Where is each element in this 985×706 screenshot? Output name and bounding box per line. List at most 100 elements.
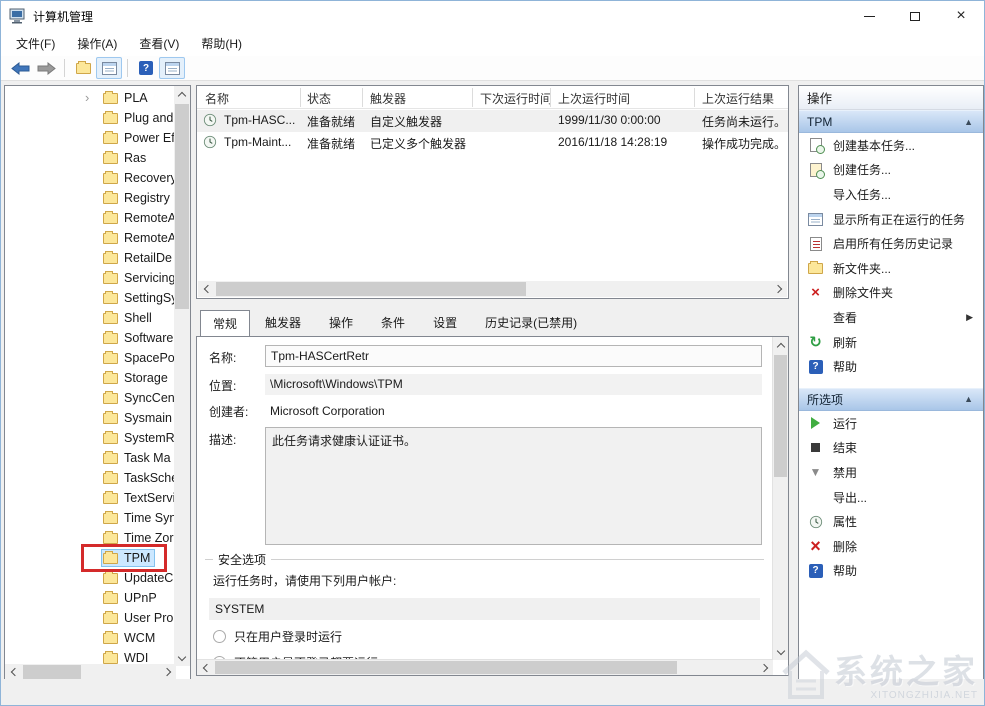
tab-history[interactable]: 历史记录(已禁用)	[472, 309, 590, 337]
scroll-up-arrow[interactable]	[174, 86, 190, 102]
tree-item-remotea-2[interactable]: RemoteA	[5, 228, 174, 248]
column-last-result[interactable]: 上次运行结果	[702, 90, 774, 107]
collapse-up-icon[interactable]: ▲	[964, 117, 973, 127]
tree-item-registry[interactable]: Registry	[5, 188, 174, 208]
forward-button[interactable]	[33, 57, 59, 79]
action-help-selected[interactable]: ? 帮助	[799, 559, 983, 584]
task-row-tpm-hascertretr[interactable]: Tpm-HASC... 准备就绪 自定义触发器 1999/11/30 0:00:…	[197, 110, 788, 132]
tree-horizontal-scrollbar[interactable]	[5, 664, 176, 680]
scrollbar-thumb[interactable]	[774, 355, 787, 477]
action-enable-task-history[interactable]: 启用所有任务历史记录	[799, 231, 983, 256]
action-refresh[interactable]: ↻ 刷新	[799, 330, 983, 355]
detail-horizontal-scrollbar[interactable]	[197, 659, 773, 675]
radio-run-only-logged-on[interactable]: 只在用户登录时运行	[213, 628, 342, 645]
tree-item-spacepo[interactable]: SpacePo	[5, 348, 174, 368]
tree-item-recovery[interactable]: Recovery	[5, 168, 174, 188]
column-next-run[interactable]: 下次运行时间	[480, 90, 552, 107]
tree-item-pla[interactable]: › PLA	[5, 88, 174, 108]
help-toolbar-button[interactable]: ?	[133, 57, 159, 79]
scroll-left-arrow[interactable]	[5, 664, 21, 680]
scroll-right-arrow[interactable]	[757, 660, 773, 676]
scroll-left-arrow[interactable]	[198, 281, 214, 297]
section-header-selected-item[interactable]: 所选项 ▲	[799, 388, 983, 411]
tree-item-settingsy[interactable]: SettingSy	[5, 288, 174, 308]
tree-item-tasksche[interactable]: TaskSche	[5, 468, 174, 488]
menu-file[interactable]: 文件(F)	[5, 31, 66, 56]
tab-settings[interactable]: 设置	[420, 309, 470, 337]
scroll-right-arrow[interactable]	[771, 281, 787, 297]
action-help[interactable]: ? 帮助	[799, 354, 983, 379]
tree-vertical-scrollbar[interactable]	[174, 86, 190, 666]
column-separator[interactable]	[472, 88, 473, 107]
action-view[interactable]: 查看 ▶	[799, 305, 983, 330]
action-properties[interactable]: 属性	[799, 509, 983, 534]
tab-triggers[interactable]: 触发器	[252, 309, 314, 337]
column-last-run[interactable]: 上次运行时间	[558, 90, 630, 107]
scrollbar-thumb[interactable]	[23, 665, 81, 679]
tree-item-plug-and[interactable]: Plug and	[5, 108, 174, 128]
tree-item-shell[interactable]: Shell	[5, 308, 174, 328]
action-delete[interactable]: × 删除	[799, 534, 983, 559]
action-end[interactable]: 结束	[799, 436, 983, 461]
back-button[interactable]	[7, 57, 33, 79]
tree-item-textservi[interactable]: TextServi	[5, 488, 174, 508]
column-separator[interactable]	[550, 88, 551, 107]
column-triggers[interactable]: 触发器	[370, 90, 406, 107]
collapse-up-icon[interactable]: ▲	[964, 394, 973, 404]
tab-actions[interactable]: 操作	[316, 309, 366, 337]
maximize-button[interactable]	[892, 1, 938, 31]
column-separator[interactable]	[362, 88, 363, 107]
action-create-task[interactable]: 创建任务...	[799, 158, 983, 183]
tree-item-ras[interactable]: Ras	[5, 148, 174, 168]
action-new-folder[interactable]: 新文件夹...	[799, 256, 983, 281]
detail-vertical-scrollbar[interactable]	[772, 337, 788, 660]
tree-item-software[interactable]: Software	[5, 328, 174, 348]
show-hide-console-tree-button[interactable]	[96, 57, 122, 79]
scroll-down-arrow[interactable]	[174, 650, 190, 666]
scroll-up-arrow[interactable]	[773, 337, 789, 353]
scrollbar-thumb[interactable]	[215, 661, 677, 674]
show-hide-action-pane-button[interactable]	[159, 57, 185, 79]
minimize-button[interactable]	[846, 1, 892, 31]
tree-item-tpm[interactable]: TPM	[5, 548, 174, 568]
tree-item-updatec[interactable]: UpdateC	[5, 568, 174, 588]
tree-item-wcm[interactable]: WCM	[5, 628, 174, 648]
section-header-tpm[interactable]: TPM ▲	[799, 110, 983, 133]
tree-item-synccent[interactable]: SyncCent	[5, 388, 174, 408]
tree-item-retailde[interactable]: RetailDe	[5, 248, 174, 268]
tab-conditions[interactable]: 条件	[368, 309, 418, 337]
tree-item-time-syn[interactable]: Time Syn	[5, 508, 174, 528]
task-row-tpm-maintenance[interactable]: Tpm-Maint... 准备就绪 已定义多个触发器 2016/11/18 14…	[197, 132, 788, 154]
tab-general[interactable]: 常规	[200, 310, 250, 338]
close-button[interactable]: ×	[938, 1, 984, 31]
tree-item-time-zor[interactable]: Time Zor	[5, 528, 174, 548]
scrollbar-thumb[interactable]	[175, 104, 189, 309]
menu-action[interactable]: 操作(A)	[66, 31, 128, 56]
export-list-button[interactable]	[70, 57, 96, 79]
scroll-left-arrow[interactable]	[197, 660, 213, 676]
column-separator[interactable]	[300, 88, 301, 107]
scroll-right-arrow[interactable]	[160, 664, 176, 680]
task-list-horizontal-scrollbar[interactable]	[198, 281, 787, 297]
column-separator[interactable]	[694, 88, 695, 107]
tree-item-power-ef[interactable]: Power Ef	[5, 128, 174, 148]
tree-item-task-ma[interactable]: Task Ma	[5, 448, 174, 468]
menu-view[interactable]: 查看(V)	[128, 31, 190, 56]
action-import-task[interactable]: 导入任务...	[799, 182, 983, 207]
menu-help[interactable]: 帮助(H)	[190, 31, 253, 56]
tree-item-storage[interactable]: Storage	[5, 368, 174, 388]
action-create-basic-task[interactable]: 创建基本任务...	[799, 133, 983, 158]
tree-item-servicing[interactable]: Servicing	[5, 268, 174, 288]
chevron-right-icon[interactable]: ›	[85, 90, 89, 105]
scrollbar-thumb[interactable]	[216, 282, 526, 296]
column-name[interactable]: 名称	[205, 90, 229, 107]
tree-item-remotea-1[interactable]: RemoteA	[5, 208, 174, 228]
tree-item-upnp[interactable]: UPnP	[5, 588, 174, 608]
action-display-running-tasks[interactable]: 显示所有正在运行的任务	[799, 207, 983, 232]
action-run[interactable]: 运行	[799, 411, 983, 436]
tree-item-sysmain[interactable]: Sysmain	[5, 408, 174, 428]
tree-item-user-pro[interactable]: User Pro	[5, 608, 174, 628]
tree-item-systemr[interactable]: SystemR	[5, 428, 174, 448]
column-status[interactable]: 状态	[307, 90, 331, 107]
action-export[interactable]: 导出...	[799, 485, 983, 510]
